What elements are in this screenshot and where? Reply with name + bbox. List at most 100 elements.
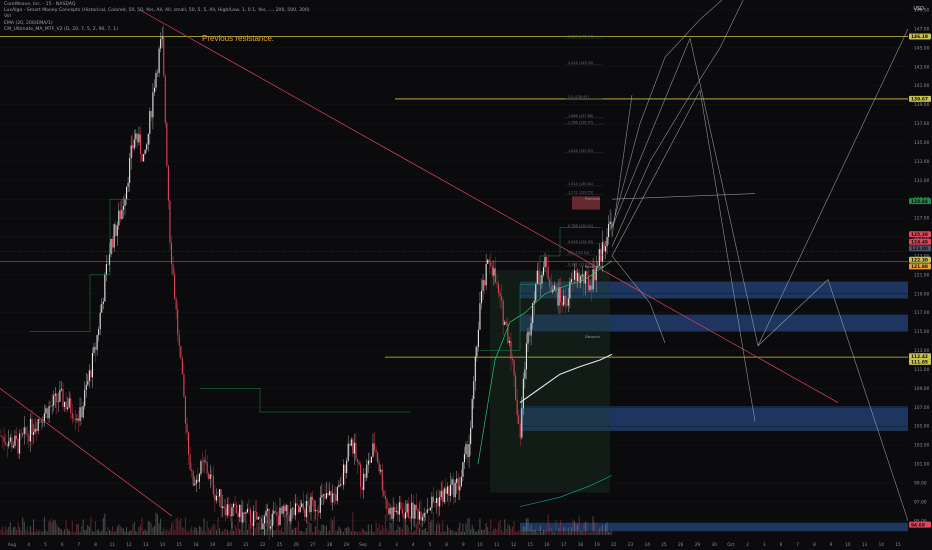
candle-body xyxy=(166,122,168,166)
candle-body xyxy=(391,507,393,519)
candle-body xyxy=(25,427,27,434)
volume-bar xyxy=(550,528,552,535)
volume-bar xyxy=(519,531,521,535)
candle-body xyxy=(8,441,10,447)
candle-body xyxy=(443,488,445,502)
candle-body xyxy=(598,249,600,267)
candle-body xyxy=(380,469,382,472)
candle-body xyxy=(567,298,569,306)
volume-bar xyxy=(304,531,306,535)
volume-bar xyxy=(144,529,146,535)
candle-body xyxy=(246,508,248,513)
candle-body xyxy=(566,304,568,306)
candle-body xyxy=(522,378,524,409)
volume-bar xyxy=(460,531,462,535)
volume-bar xyxy=(90,516,92,535)
volume-bar xyxy=(17,522,19,535)
volume-bar xyxy=(87,524,89,535)
volume-bar xyxy=(308,521,310,535)
x-tick-label: 18 xyxy=(193,542,199,547)
volume-bar xyxy=(195,527,197,535)
time-axis[interactable]: Aug 4 5 6 7 8 11 12 13 14 15 18 19 20 21 22 25 26 27 28 29 Se… xyxy=(0,540,932,550)
candle-body xyxy=(361,487,363,490)
price-chart[interactable]: 2.618 (146.44) 2.414 (143.35) 2.0 (139.67)… xyxy=(0,0,932,550)
candle-body xyxy=(586,271,588,276)
candle-body xyxy=(422,516,424,521)
candle-body xyxy=(33,432,35,435)
x-tick-label: Sep xyxy=(359,542,367,547)
candle-body xyxy=(398,502,400,515)
volume-bar xyxy=(609,531,611,535)
volume-bar xyxy=(439,524,441,535)
volume-bar xyxy=(194,527,196,535)
candle-body xyxy=(473,381,475,400)
volume-bar xyxy=(126,526,128,535)
candle-body xyxy=(533,300,535,304)
volume-bar xyxy=(0,529,2,535)
candle-body xyxy=(378,462,380,472)
volume-bar xyxy=(47,531,48,535)
candle-body xyxy=(601,242,603,262)
candle-body xyxy=(250,509,252,524)
candle-body xyxy=(181,358,183,375)
price-axis[interactable]: 95.0097.0099.00101.00103.00105.00107.001… xyxy=(908,0,932,550)
candle-body xyxy=(564,295,566,305)
x-tick-label: 25 xyxy=(661,542,667,547)
candle-body xyxy=(405,512,407,519)
grid xyxy=(0,9,908,522)
volume-bar xyxy=(567,527,569,535)
projection-curve-2 xyxy=(611,0,744,247)
candle-body xyxy=(343,464,345,485)
volume-bar xyxy=(217,516,219,535)
x-tick-label: 5 xyxy=(44,542,47,547)
volume-bar xyxy=(450,530,451,535)
candle-body xyxy=(386,499,388,509)
candle-body xyxy=(206,462,208,474)
candle-body xyxy=(604,246,607,252)
candle-body xyxy=(231,507,233,517)
candle-body xyxy=(549,279,551,287)
volume-bar xyxy=(507,523,509,535)
candle-body xyxy=(88,370,90,382)
volume-bar xyxy=(147,521,149,535)
volume-bar xyxy=(477,529,479,535)
candle-body xyxy=(197,479,199,482)
volume-bar xyxy=(352,512,354,535)
volume-bar xyxy=(605,524,606,535)
candle-body xyxy=(333,493,335,495)
volume-bar xyxy=(206,521,208,535)
volume-bar xyxy=(48,521,50,535)
volume-bar xyxy=(16,529,17,535)
volume-bar xyxy=(398,526,400,535)
x-tick-label: 23 xyxy=(628,542,634,547)
volume-bar xyxy=(484,529,486,535)
candle-body xyxy=(322,494,324,496)
candle-body xyxy=(513,360,515,376)
candle-body xyxy=(90,370,92,378)
x-tick-label: 24 xyxy=(645,542,651,547)
volume-bar xyxy=(349,528,351,535)
volume-bar xyxy=(606,522,608,535)
volume-bar xyxy=(205,531,207,535)
volume-bar xyxy=(88,526,90,535)
volume-bar xyxy=(81,526,83,535)
volume-bar xyxy=(569,531,571,535)
x-tick-label: 15 xyxy=(528,542,534,547)
candle-body xyxy=(127,182,129,187)
volume-bar xyxy=(415,523,417,535)
volume-bar xyxy=(451,529,453,535)
volume-bar xyxy=(603,531,605,535)
candle-body xyxy=(372,443,374,457)
volume-bar xyxy=(113,531,115,535)
volume-bar xyxy=(564,526,566,535)
candle-body xyxy=(191,469,193,472)
candle-body xyxy=(288,515,290,522)
candle-body xyxy=(516,399,518,416)
candle-body xyxy=(102,301,104,304)
candle-body xyxy=(335,494,337,501)
volume-bar xyxy=(274,530,276,535)
volume-bar xyxy=(566,531,568,535)
candle-body xyxy=(460,476,462,487)
candle-body xyxy=(192,471,194,486)
volume-bar xyxy=(391,523,393,535)
